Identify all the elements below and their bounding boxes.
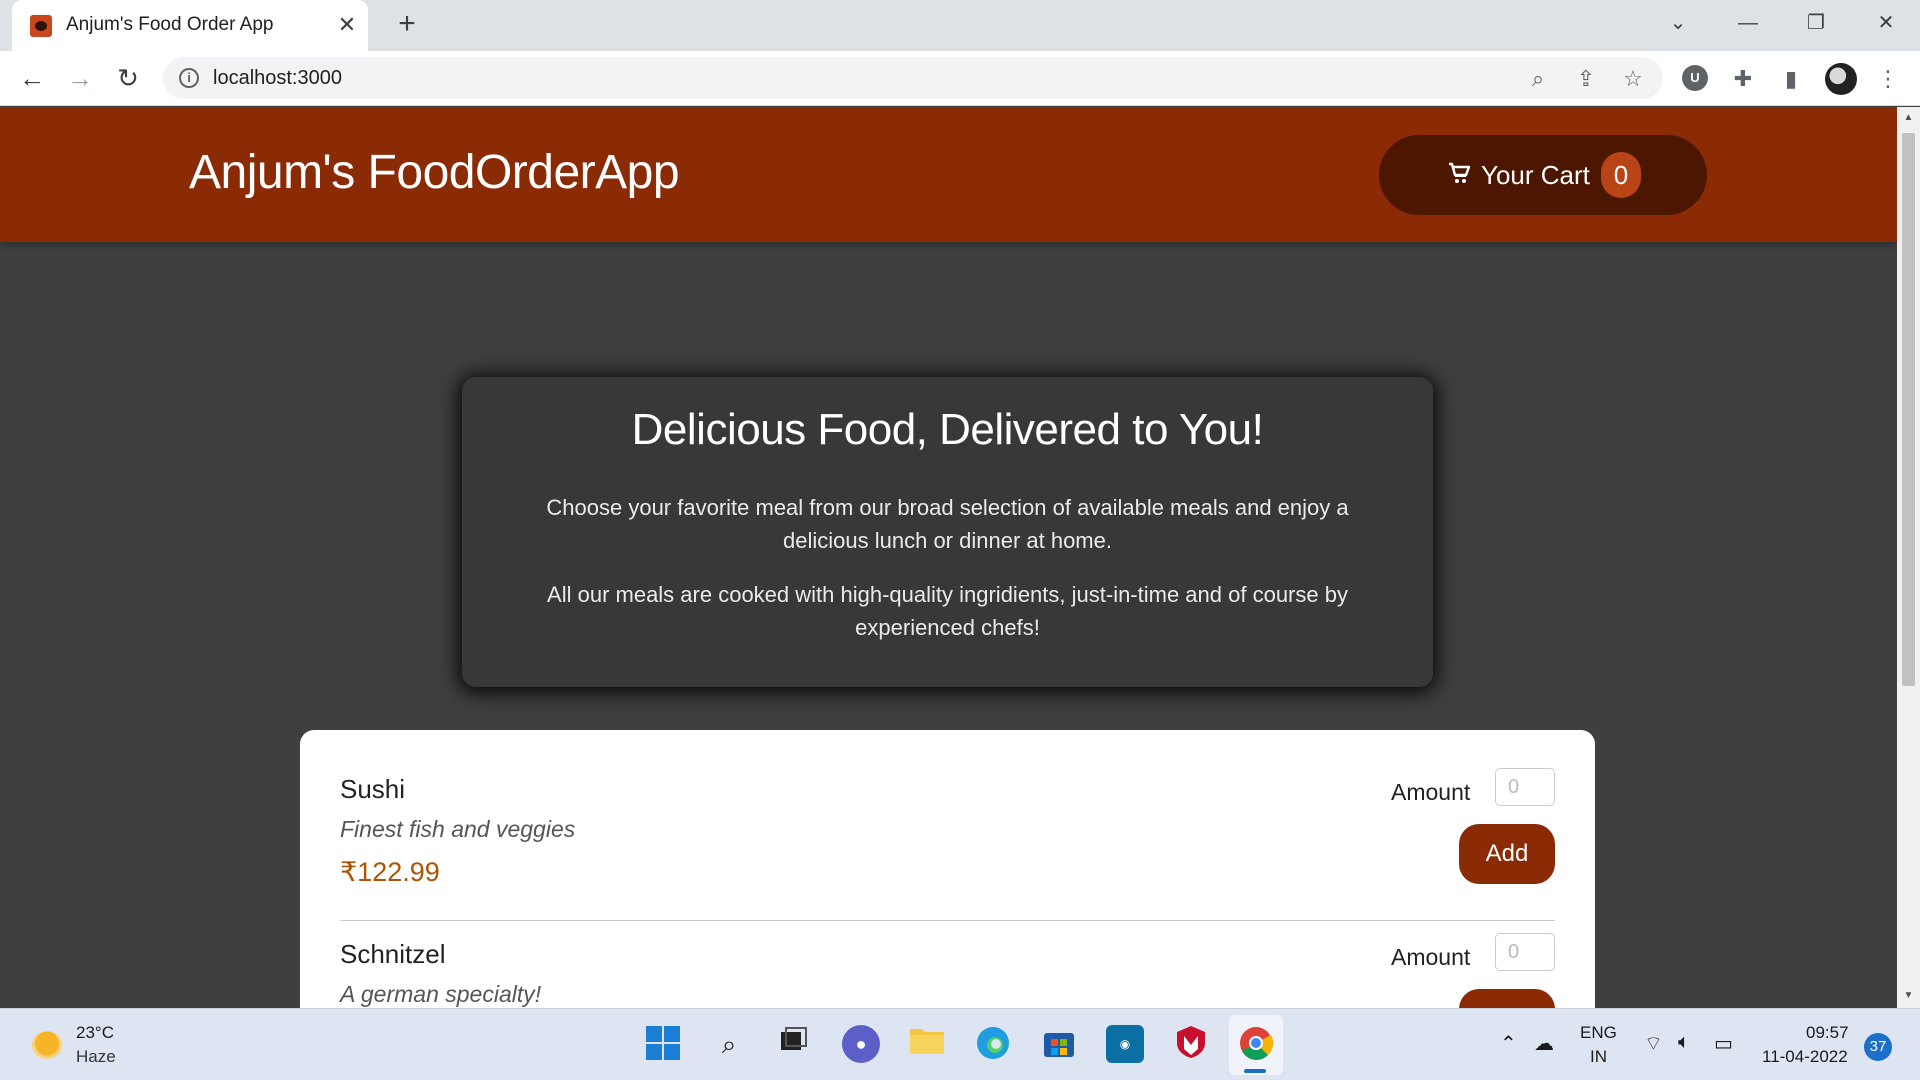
tab-search-icon[interactable]: ⌄ <box>1658 8 1698 38</box>
cart-label: Your Cart <box>1481 160 1590 190</box>
language-code[interactable]: ENG <box>1580 1023 1617 1043</box>
meal-item: Sushi Finest fish and veggies ₹122.99 Am… <box>340 768 1555 939</box>
chrome-svg <box>1240 1027 1274 1060</box>
chevron-up-icon[interactable]: ⌃ <box>1500 1031 1517 1056</box>
start-icon[interactable] <box>644 1025 682 1063</box>
store-svg <box>1044 1033 1074 1057</box>
app-favicon-icon <box>30 15 52 37</box>
dell-icon[interactable]: ◉ <box>1106 1025 1144 1063</box>
window-close-icon[interactable]: ✕ <box>1866 8 1906 38</box>
meal-description: Finest fish and veggies <box>340 816 576 842</box>
meal-description: A german specialty! <box>340 981 542 1007</box>
restore-icon[interactable]: ❐ <box>1796 8 1836 38</box>
edge-svg <box>977 1027 1009 1059</box>
amount-label: Amount <box>1391 779 1471 805</box>
summary-heading: Delicious Food, Delivered to You! <box>631 405 1264 454</box>
onedrive-icon[interactable]: ☁ <box>1534 1031 1554 1056</box>
browser-tab[interactable]: Anjum's Food Order App ✕ <box>12 0 368 51</box>
sidepanel-icon[interactable]: ▮ <box>1775 63 1807 95</box>
page-scrollbar[interactable]: ▲ ▼ <box>1897 107 1920 1008</box>
meal-name: Sushi <box>340 774 406 804</box>
meals-summary: Delicious Food, Delivered to You! Choose… <box>462 377 1433 687</box>
summary-paragraph-2: All our meals are cooked with high-quali… <box>547 582 1348 640</box>
meal-item: Schnitzel A german specialty! Amount 0 A… <box>340 933 1555 1008</box>
tab-title: Anjum's Food Order App <box>66 14 274 35</box>
reload-icon[interactable]: ↻ <box>110 61 146 97</box>
forward-icon[interactable]: → <box>62 61 98 97</box>
browser-toolbar: ← → ↻ i localhost:3000 ⌕ ⇪ ☆ U ✚ ▮ ⋮ <box>0 51 1920 106</box>
scroll-thumb[interactable] <box>1902 133 1915 686</box>
avatar[interactable] <box>1825 63 1857 95</box>
windows-logo-svg <box>646 1026 680 1060</box>
address-bar[interactable]: i localhost:3000 ⌕ ⇪ ☆ <box>163 57 1663 99</box>
menu-icon[interactable]: ⋮ <box>1872 63 1904 95</box>
add-button[interactable]: Add <box>1459 824 1555 884</box>
meal-name: Schnitzel <box>340 939 446 969</box>
app-title: Anjum's FoodOrderApp <box>189 146 680 199</box>
extension-u-icon[interactable]: U <box>1682 65 1708 91</box>
zoom-icon[interactable]: ⌕ <box>1525 66 1551 92</box>
amount-input[interactable]: 0 <box>1495 933 1555 971</box>
chrome-icon[interactable] <box>1237 1025 1275 1063</box>
notification-badge[interactable]: 37 <box>1864 1033 1892 1061</box>
info-icon[interactable]: i <box>179 68 199 88</box>
mcafee-icon[interactable] <box>1172 1025 1210 1063</box>
summary-paragraph-1: Choose your favorite meal from our broad… <box>546 495 1349 553</box>
cart-svg <box>1449 162 1471 183</box>
minimize-icon[interactable]: — <box>1728 8 1768 38</box>
weather-temperature[interactable]: 23°C <box>76 1023 114 1043</box>
search-icon[interactable]: ⌕ <box>710 1025 748 1063</box>
add-button[interactable]: Add <box>1459 989 1555 1008</box>
clock-time[interactable]: 09:57 <box>1806 1023 1849 1043</box>
browser-tab-bar: Anjum's Food Order App ✕ + ⌄ — ❐ ✕ <box>0 0 1920 51</box>
cart-button[interactable]: Your Cart 0 <box>1379 135 1707 215</box>
volume-icon[interactable]: 🔈︎ <box>1678 1031 1690 1054</box>
back-icon[interactable]: ← <box>14 61 50 97</box>
chat-icon[interactable]: ● <box>842 1025 880 1063</box>
cart-icon <box>1447 161 1473 187</box>
edge-icon[interactable] <box>974 1025 1012 1063</box>
star-icon[interactable]: ☆ <box>1620 66 1646 92</box>
amount-input[interactable]: 0 <box>1495 768 1555 806</box>
task-view-svg <box>781 1027 807 1050</box>
meal-divider <box>340 920 1555 921</box>
wifi-icon[interactable]: ⌔ <box>1644 1031 1663 1056</box>
os-taskbar: 23°C Haze ⌕ ● ◉ ⌃ ☁ ENG IN ⌔ 🔈︎ ▭ 09:57 … <box>0 1008 1920 1080</box>
amount-label: Amount <box>1391 944 1471 970</box>
share-icon[interactable]: ⇪ <box>1573 66 1599 92</box>
scroll-down-icon[interactable]: ▼ <box>1902 989 1915 1003</box>
language-region[interactable]: IN <box>1590 1047 1607 1067</box>
meals-list: Sushi Finest fish and veggies ₹122.99 Am… <box>300 730 1595 1008</box>
url-text[interactable]: localhost:3000 <box>213 67 342 90</box>
shield-svg <box>1177 1026 1205 1058</box>
page-viewport: Anjum's FoodOrderApp Your Cart 0 Delicio… <box>0 107 1897 1008</box>
running-indicator <box>1244 1069 1266 1073</box>
clock-date[interactable]: 11-04-2022 <box>1762 1047 1848 1067</box>
folder-svg <box>910 1029 944 1054</box>
plus-icon[interactable]: + <box>392 9 422 40</box>
close-icon[interactable]: ✕ <box>334 10 360 40</box>
scroll-up-icon[interactable]: ▲ <box>1902 111 1915 125</box>
battery-icon[interactable]: ▭ <box>1714 1031 1733 1056</box>
weather-icon[interactable] <box>32 1031 62 1059</box>
extension-icon[interactable]: ✚ <box>1727 63 1759 95</box>
store-icon[interactable] <box>1040 1025 1078 1063</box>
task-view-icon[interactable] <box>774 1025 812 1063</box>
file-explorer-icon[interactable] <box>908 1025 946 1063</box>
meal-price: ₹122.99 <box>340 857 440 887</box>
weather-description[interactable]: Haze <box>76 1047 116 1067</box>
app-header: Anjum's FoodOrderApp Your Cart 0 <box>0 107 1897 242</box>
cart-count-badge: 0 <box>1601 152 1641 198</box>
